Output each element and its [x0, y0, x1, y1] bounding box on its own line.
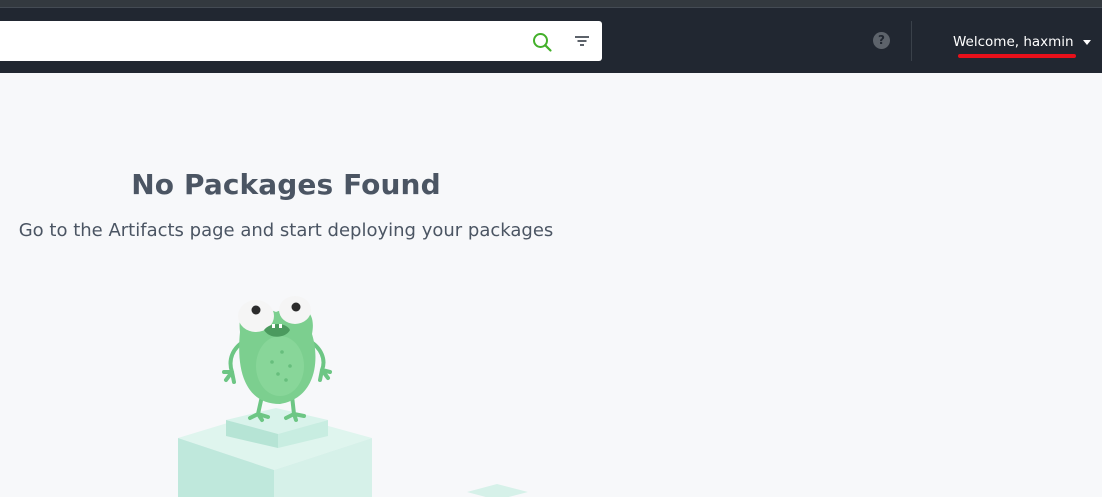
search-icon[interactable]	[531, 31, 553, 53]
search-input[interactable]	[0, 21, 520, 61]
welcome-label: Welcome, haxmin	[953, 34, 1074, 50]
filter-icon[interactable]	[572, 32, 592, 52]
frog-illustration	[178, 296, 528, 497]
user-menu[interactable]: Welcome, haxmin	[953, 32, 1091, 52]
help-icon[interactable]: ?	[873, 32, 890, 49]
top-navigation-bar: ? Welcome, haxmin	[0, 0, 1102, 73]
annotation-underline	[958, 54, 1076, 58]
caret-down-icon	[1082, 39, 1091, 45]
search-box[interactable]	[0, 21, 602, 61]
header-divider	[911, 21, 912, 61]
empty-state-title: No Packages Found	[131, 168, 441, 201]
empty-state-subtitle: Go to the Artifacts page and start deplo…	[18, 220, 554, 241]
cube-tiny	[467, 484, 528, 497]
frog	[222, 296, 332, 422]
